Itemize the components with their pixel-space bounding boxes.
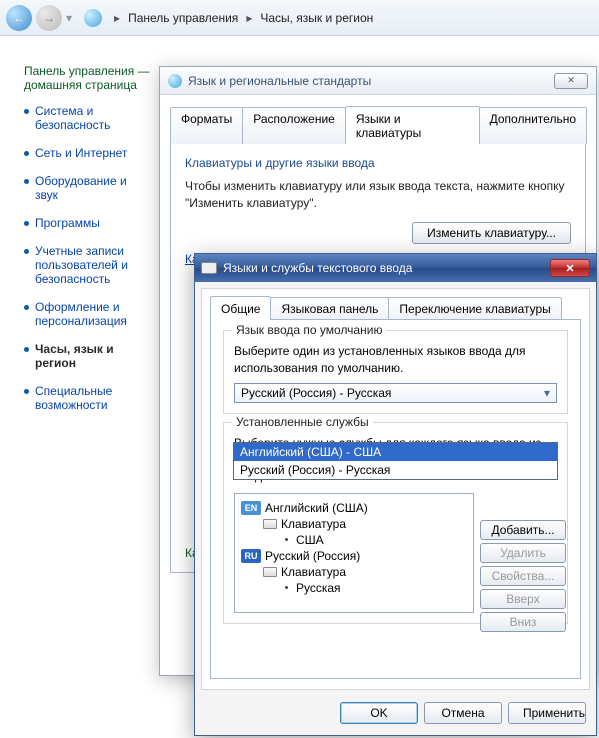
sidebar-item-label: Оформление и персонализация: [35, 300, 150, 328]
remove-button[interactable]: Удалить: [480, 543, 566, 563]
text-input-services-dialog: Языки и службы текстового ввода ✕ ОбщиеЯ…: [194, 253, 597, 736]
tree-button-column: Добавить... Удалить Свойства... Вверх Вн…: [480, 520, 566, 632]
tab[interactable]: Языки и клавиатуры: [345, 106, 480, 144]
sidebar-item-label: Система и безопасность: [35, 104, 150, 132]
sidebar-item[interactable]: Программы: [24, 216, 150, 230]
titlebar: Язык и региональные стандарты ✕: [160, 67, 596, 95]
cancel-button[interactable]: Отмена: [424, 702, 502, 724]
dialog-title: Язык и региональные стандарты: [188, 74, 371, 88]
tab-body: Язык ввода по умолчанию Выберите один из…: [210, 319, 581, 679]
tree-lang-russian[interactable]: RU Русский (Россия): [241, 548, 467, 564]
sidebar-item[interactable]: Система и безопасность: [24, 104, 150, 132]
bullet-icon: [24, 347, 29, 352]
dialog-footer: OK Отмена Применить: [195, 696, 596, 730]
combo-value: Русский (Россия) - Русская: [241, 386, 391, 400]
globe-icon: [84, 9, 102, 27]
sidebar-item-label: Оборудование и звук: [35, 174, 150, 202]
address-bar: ← → ▾ ▸ Панель управления ▸ Часы, язык и…: [0, 0, 599, 36]
change-keyboard-button[interactable]: Изменить клавиатуру...: [412, 222, 571, 244]
tree-label: Клавиатура: [281, 517, 346, 531]
bullet-icon: [24, 109, 29, 114]
group-title: Клавиатуры и другие языки ввода: [185, 156, 571, 170]
keyboard-icon: [263, 567, 277, 577]
tab[interactable]: Дополнительно: [479, 107, 587, 144]
breadcrumb-control-panel[interactable]: Панель управления: [128, 11, 238, 25]
apply-button[interactable]: Применить: [508, 702, 586, 724]
sidebar-item[interactable]: Учетные записи пользователей и безопасно…: [24, 244, 150, 286]
tree-label: Русская: [296, 581, 341, 595]
sidebar-item-label: Часы, язык и регион: [35, 342, 150, 370]
tree-lang-english[interactable]: EN Английский (США): [241, 500, 467, 516]
sidebar-item[interactable]: Специальные возможности: [24, 384, 150, 412]
dropdown-option[interactable]: Английский (США) - США: [234, 443, 557, 461]
sidebar-item-label: Специальные возможности: [35, 384, 150, 412]
sidebar-item[interactable]: Сеть и Интернет: [24, 146, 150, 160]
keyboard-icon: [201, 262, 217, 274]
tab[interactable]: Расположение: [242, 107, 346, 144]
default-language-combo[interactable]: Русский (Россия) - Русская ▾: [234, 383, 557, 403]
tab[interactable]: Переключение клавиатуры: [388, 297, 561, 320]
tree-label: Клавиатура: [281, 565, 346, 579]
sidebar-item[interactable]: Оборудование и звук: [24, 174, 150, 202]
properties-button[interactable]: Свойства...: [480, 566, 566, 586]
tab-strip: ОбщиеЯзыковая панельПереключение клавиат…: [210, 297, 581, 320]
sidebar-item[interactable]: Оформление и персонализация: [24, 300, 150, 328]
bullet-icon: [24, 389, 29, 394]
dropdown-option[interactable]: Русский (Россия) - Русская: [234, 461, 557, 479]
sidebar-item-label: Учетные записи пользователей и безопасно…: [35, 244, 150, 286]
breadcrumb-clock-language-region[interactable]: Часы, язык и регион: [260, 11, 373, 25]
breadcrumb-sep: ▸: [242, 11, 256, 25]
sidebar-item-label: Программы: [35, 216, 100, 230]
move-down-button[interactable]: Вниз: [480, 612, 566, 632]
legend: Установленные службы: [232, 415, 373, 429]
language-dropdown-list[interactable]: Английский (США) - СШАРусский (Россия) -…: [233, 442, 558, 480]
tree-keyboard-node[interactable]: Клавиатура: [241, 564, 467, 580]
dropdown-arrow-icon[interactable]: ▾: [66, 11, 72, 25]
tab[interactable]: Форматы: [170, 107, 243, 144]
tab[interactable]: Языковая панель: [270, 297, 389, 320]
move-up-button[interactable]: Вверх: [480, 589, 566, 609]
tab-strip: ФорматыРасположениеЯзыки и клавиатурыДоп…: [160, 95, 596, 144]
bullet-icon: [24, 221, 29, 226]
tab[interactable]: Общие: [210, 296, 271, 320]
tree-label: Английский (США): [265, 501, 368, 515]
close-button[interactable]: ✕: [554, 73, 588, 89]
language-tree[interactable]: EN Английский (США) Клавиатура США RU Ру…: [234, 493, 474, 613]
legend: Язык ввода по умолчанию: [232, 323, 386, 337]
bullet-icon: [285, 538, 288, 541]
close-button[interactable]: ✕: [550, 259, 590, 277]
tree-label: США: [296, 533, 324, 547]
globe-icon: [168, 74, 182, 88]
bullet-icon: [24, 249, 29, 254]
bullet-icon: [24, 305, 29, 310]
tree-label: Русский (Россия): [265, 549, 360, 563]
ok-button[interactable]: OK: [340, 702, 418, 724]
en-badge-icon: EN: [241, 501, 261, 515]
sidebar-item-label: Сеть и Интернет: [35, 146, 127, 160]
chevron-down-icon: ▾: [540, 386, 554, 400]
body-text: Чтобы изменить клавиатуру или язык ввода…: [185, 178, 571, 212]
default-language-text: Выберите один из установленных языков вв…: [234, 343, 557, 377]
add-button[interactable]: Добавить...: [480, 520, 566, 540]
tree-layout-us[interactable]: США: [241, 532, 467, 548]
back-button[interactable]: ←: [6, 5, 32, 31]
ru-badge-icon: RU: [241, 549, 261, 563]
default-language-group: Язык ввода по умолчанию Выберите один из…: [223, 330, 568, 414]
bullet-icon: [24, 179, 29, 184]
bullet-icon: [285, 586, 288, 589]
breadcrumb-sep: ▸: [110, 11, 124, 25]
tree-layout-russian[interactable]: Русская: [241, 580, 467, 596]
dialog-title: Языки и службы текстового ввода: [223, 261, 412, 275]
sidebar: Панель управления — домашняя страница Си…: [0, 50, 160, 426]
tree-keyboard-node[interactable]: Клавиатура: [241, 516, 467, 532]
sidebar-item[interactable]: Часы, язык и регион: [24, 342, 150, 370]
control-panel-home-link[interactable]: Панель управления — домашняя страница: [24, 64, 150, 92]
keyboard-icon: [263, 519, 277, 529]
forward-button[interactable]: →: [36, 5, 62, 31]
bullet-icon: [24, 151, 29, 156]
titlebar: Языки и службы текстового ввода ✕: [195, 254, 596, 282]
